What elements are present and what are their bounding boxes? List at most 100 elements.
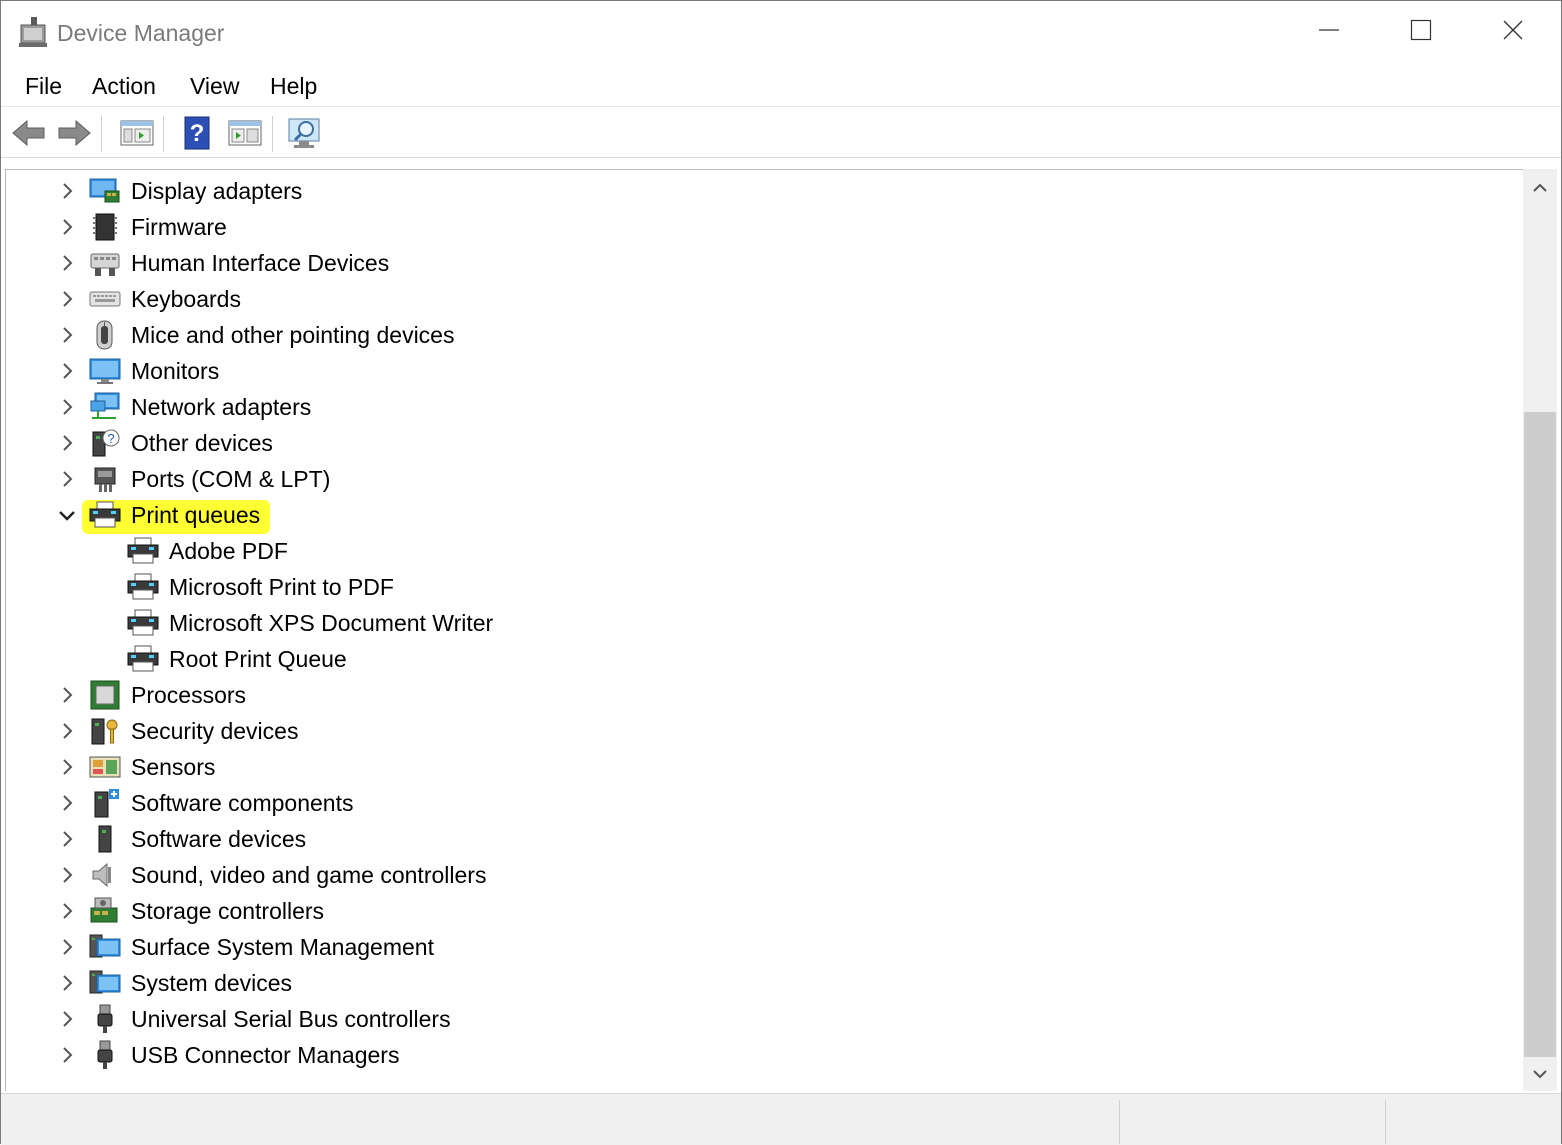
tree-category-item[interactable]: Display adapters — [6, 173, 1506, 209]
printer-icon — [89, 500, 121, 530]
tree-category-item[interactable]: Storage controllers — [6, 893, 1506, 929]
title-bar[interactable]: Device Manager — [1, 1, 1561, 63]
tree-category-item[interactable]: Software components — [6, 785, 1506, 821]
menu-view[interactable]: View — [188, 73, 241, 100]
forward-icon — [55, 119, 93, 155]
forward-button[interactable] — [55, 115, 93, 151]
maximize-button[interactable] — [1375, 1, 1467, 63]
tree-item-label: USB Connector Managers — [131, 1042, 400, 1068]
tree-category-item[interactable]: Keyboards — [6, 281, 1506, 317]
minimize-button[interactable] — [1283, 1, 1375, 63]
properties-view-button[interactable] — [118, 115, 156, 151]
tree-category-item[interactable]: Monitors — [6, 353, 1506, 389]
tree-category-item[interactable]: Mice and other pointing devices — [6, 317, 1506, 353]
svg-text:?: ? — [190, 120, 205, 147]
tree-item-label: Ports (COM & LPT) — [131, 466, 331, 492]
tree-child-item[interactable]: Microsoft XPS Document Writer — [6, 605, 1506, 641]
chevron-right-icon[interactable] — [57, 685, 77, 705]
chevron-right-icon[interactable] — [57, 937, 77, 957]
back-button[interactable] — [10, 115, 48, 151]
status-separator — [1385, 1100, 1386, 1144]
tree-item-label: Display adapters — [131, 178, 303, 204]
close-button[interactable] — [1467, 1, 1559, 63]
tree-category-item[interactable]: Human Interface Devices — [6, 245, 1506, 281]
chevron-right-icon[interactable] — [57, 217, 77, 237]
chevron-right-icon[interactable] — [57, 901, 77, 921]
tree-category-item[interactable]: Firmware — [6, 209, 1506, 245]
tree-item-label: Adobe PDF — [169, 538, 288, 564]
tree-item-label: Monitors — [131, 358, 220, 384]
tree-child-item[interactable]: Root Print Queue — [6, 641, 1506, 677]
menu-help[interactable]: Help — [268, 73, 319, 100]
chevron-right-icon[interactable] — [57, 253, 77, 273]
chevron-down-icon[interactable] — [57, 505, 77, 525]
tree-category-item[interactable]: Processors — [6, 677, 1506, 713]
tree-child-item[interactable]: Adobe PDF — [6, 533, 1506, 569]
chevron-right-icon[interactable] — [57, 829, 77, 849]
scroll-up-arrow-icon[interactable] — [1531, 179, 1549, 202]
tree-category-item[interactable]: Print queues — [6, 497, 1506, 533]
minimize-icon — [1318, 19, 1340, 46]
tree-child-item[interactable]: Microsoft Print to PDF — [6, 569, 1506, 605]
security-device-icon — [89, 716, 121, 746]
toolbar: ? — [1, 108, 1561, 158]
chevron-right-icon[interactable] — [57, 433, 77, 453]
software-device-icon — [89, 824, 121, 854]
scrollbar-thumb[interactable] — [1524, 412, 1556, 1057]
help-icon: ? — [179, 116, 217, 155]
chevron-right-icon[interactable] — [57, 793, 77, 813]
tree-category-item[interactable]: Universal Serial Bus controllers — [6, 1001, 1506, 1037]
chevron-right-icon[interactable] — [57, 289, 77, 309]
vertical-scrollbar[interactable] — [1523, 169, 1557, 1091]
menu-file[interactable]: File — [23, 73, 64, 100]
chevron-right-icon[interactable] — [57, 1009, 77, 1029]
tree-item-label: Software devices — [131, 826, 307, 852]
mouse-icon — [89, 320, 121, 350]
port-icon — [89, 464, 121, 494]
scan-hardware-button[interactable] — [287, 115, 325, 151]
scan-hardware-icon — [287, 118, 325, 155]
chevron-right-icon[interactable] — [57, 757, 77, 777]
chevron-right-icon[interactable] — [57, 721, 77, 741]
tree-category-item[interactable]: Network adapters — [6, 389, 1506, 425]
tree-item-label: Other devices — [131, 430, 273, 456]
tree-category-item[interactable]: Software devices — [6, 821, 1506, 857]
chevron-right-icon[interactable] — [57, 865, 77, 885]
tree-item-label: Print queues — [131, 502, 261, 528]
system-device-icon — [89, 968, 121, 998]
tree-category-item[interactable]: Ports (COM & LPT) — [6, 461, 1506, 497]
maximize-icon — [1410, 19, 1432, 46]
tree-item-label: Sound, video and game controllers — [131, 862, 487, 888]
tree-category-item[interactable]: USB Connector Managers — [6, 1037, 1506, 1073]
show-hide-console-tree-button[interactable] — [226, 115, 264, 151]
properties-view-icon — [118, 120, 156, 155]
tree-category-item[interactable]: Surface System Management — [6, 929, 1506, 965]
speaker-icon — [89, 860, 121, 890]
usb-icon — [89, 1004, 121, 1034]
chevron-right-icon[interactable] — [57, 325, 77, 345]
tree-category-item[interactable]: Security devices — [6, 713, 1506, 749]
help-button[interactable]: ? — [179, 115, 217, 151]
tree-item-label: System devices — [131, 970, 293, 996]
tree-item-label: Processors — [131, 682, 247, 708]
tree-category-item[interactable]: System devices — [6, 965, 1506, 1001]
device-tree[interactable]: Display adapters Firmware Human Interface … — [5, 169, 1523, 1091]
chevron-right-icon[interactable] — [57, 361, 77, 381]
scroll-down-arrow-icon[interactable] — [1531, 1065, 1549, 1088]
tree-category-item[interactable]: Sensors — [6, 749, 1506, 785]
chevron-right-icon[interactable] — [57, 181, 77, 201]
monitor-icon — [89, 356, 121, 386]
chevron-right-icon[interactable] — [57, 469, 77, 489]
chevron-right-icon[interactable] — [57, 397, 77, 417]
toolbar-separator — [163, 116, 164, 152]
chevron-right-icon[interactable] — [57, 973, 77, 993]
menu-action[interactable]: Action — [90, 73, 158, 100]
usb-icon — [89, 1040, 121, 1070]
chevron-right-icon[interactable] — [57, 1045, 77, 1065]
tree-item-label: Network adapters — [131, 394, 312, 420]
tree-item-label: Mice and other pointing devices — [131, 322, 455, 348]
tree-category-item[interactable]: ? Other devices — [6, 425, 1506, 461]
tree-item-label: Firmware — [131, 214, 227, 240]
tree-item-label: Sensors — [131, 754, 216, 780]
tree-category-item[interactable]: Sound, video and game controllers — [6, 857, 1506, 893]
